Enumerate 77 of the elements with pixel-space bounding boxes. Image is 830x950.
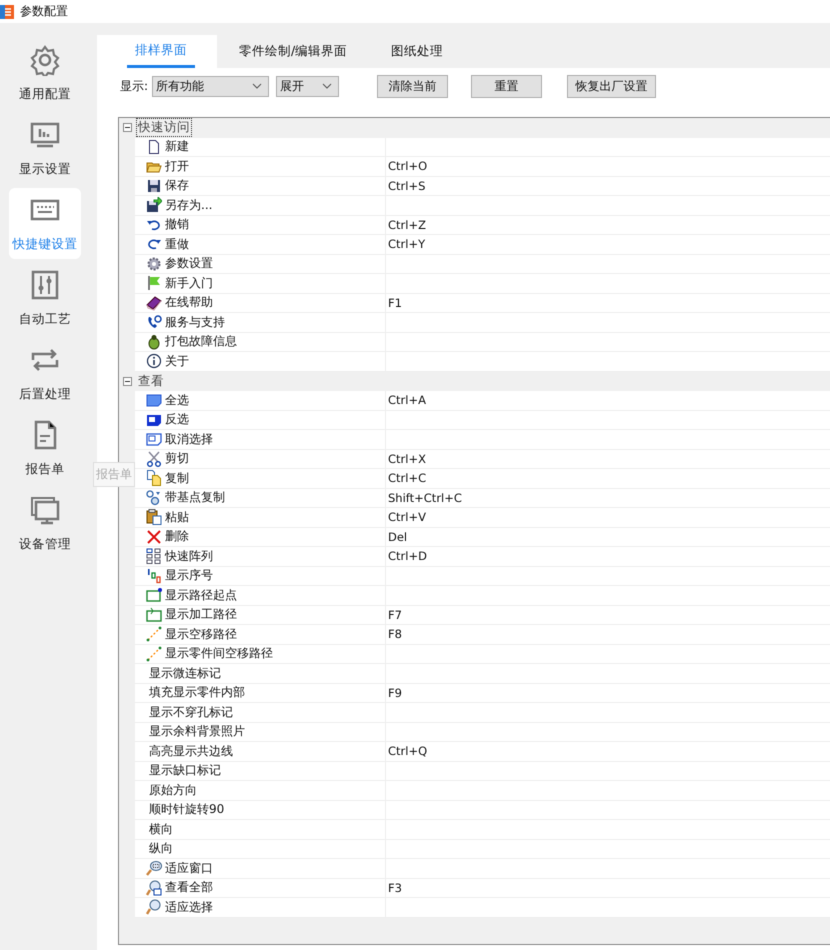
group-header[interactable]: 查看 bbox=[137, 372, 165, 390]
toolbar-button[interactable]: 清除当前 bbox=[377, 74, 448, 98]
filter-label: 显示: bbox=[120, 78, 148, 94]
floppy-icon bbox=[146, 178, 162, 194]
toolbar-button[interactable]: 重置 bbox=[471, 74, 542, 98]
sidebar-item[interactable]: 报告单 bbox=[9, 413, 81, 484]
shortcut-cell[interactable]: Ctrl+Q bbox=[388, 744, 428, 758]
shortcut-cell[interactable]: F7 bbox=[388, 608, 402, 622]
command-cell[interactable]: 保存 bbox=[135, 176, 386, 195]
magnifier-icon bbox=[146, 899, 162, 916]
phone-icon bbox=[146, 314, 162, 330]
dashed-path-icon bbox=[146, 626, 162, 642]
shortcut-cell[interactable]: Ctrl+Z bbox=[388, 218, 426, 232]
book-icon bbox=[146, 294, 162, 311]
shortcut-cell[interactable]: Ctrl+X bbox=[388, 452, 426, 466]
shortcut-cell[interactable]: F3 bbox=[388, 880, 402, 895]
shortcut-cell[interactable]: Ctrl+O bbox=[388, 159, 428, 174]
flag-icon bbox=[146, 275, 162, 292]
sliders-icon bbox=[29, 269, 61, 301]
group-header[interactable]: 快速访问 bbox=[137, 119, 191, 136]
command-cell[interactable]: 撤销 bbox=[135, 216, 386, 234]
path-start-icon bbox=[146, 587, 162, 604]
caret-icon bbox=[322, 83, 332, 89]
command-cell[interactable]: 查看全部 bbox=[135, 878, 386, 897]
dashed-path-icon bbox=[146, 646, 162, 662]
toolbar-button[interactable]: 恢复出厂设置 bbox=[567, 74, 656, 98]
sidebar-item[interactable]: 后置处理 bbox=[9, 338, 81, 409]
shortcut-cell[interactable]: Ctrl+A bbox=[388, 393, 426, 408]
monitor-icon bbox=[29, 494, 61, 526]
command-cell[interactable]: 打开 bbox=[135, 157, 386, 176]
tab[interactable]: 图纸处理 bbox=[369, 35, 466, 68]
command-cell[interactable]: 填充显示零件内部 bbox=[135, 684, 386, 702]
collapse-toggle-icon[interactable] bbox=[123, 376, 132, 386]
tooltip: 报告单 bbox=[93, 462, 135, 487]
command-cell[interactable]: 显示加工路径 bbox=[135, 606, 386, 624]
shortcut-cell[interactable]: Ctrl+S bbox=[388, 178, 426, 193]
grid-icon bbox=[146, 548, 162, 564]
sidebar-item[interactable]: 通用配置 bbox=[9, 38, 81, 109]
shortcut-cell[interactable]: F9 bbox=[388, 686, 402, 700]
expand-dropdown[interactable]: 展开 bbox=[276, 76, 340, 96]
delete-icon bbox=[146, 528, 162, 545]
command-cell[interactable]: 在线帮助 bbox=[135, 294, 386, 312]
scissors-icon bbox=[146, 450, 162, 467]
tab[interactable]: 零件绘制/编辑界面 bbox=[217, 35, 370, 68]
command-cell[interactable]: 粘贴 bbox=[135, 508, 386, 526]
sidebar-item[interactable]: 快捷键设置 bbox=[9, 188, 81, 259]
sidebar-item[interactable]: 设备管理 bbox=[9, 488, 81, 559]
magnifier-icon bbox=[146, 860, 162, 876]
shortcut-cell[interactable]: F8 bbox=[388, 627, 402, 642]
bug-icon bbox=[146, 334, 162, 350]
command-cell[interactable]: 全选 bbox=[135, 391, 386, 410]
selection-icon bbox=[146, 392, 162, 408]
command-cell[interactable]: 显示空移路径 bbox=[135, 625, 386, 644]
command-cell[interactable]: 带基点复制 bbox=[135, 488, 386, 507]
command-cell[interactable]: 复制 bbox=[135, 469, 386, 488]
shortcut-cell[interactable]: Del bbox=[388, 530, 408, 544]
sidebar-item[interactable]: 显示设置 bbox=[9, 113, 81, 184]
caret-icon bbox=[252, 83, 262, 89]
shortcut-cell[interactable]: Ctrl+D bbox=[388, 549, 427, 564]
gear-icon bbox=[29, 44, 61, 76]
shortcut-cell[interactable]: Ctrl+V bbox=[388, 510, 426, 524]
path-icon bbox=[146, 606, 162, 623]
shortcut-cell[interactable]: F1 bbox=[388, 296, 402, 310]
shortcut-cell[interactable]: Shift+Ctrl+C bbox=[388, 490, 462, 505]
command-cell[interactable]: 重做 bbox=[135, 235, 386, 254]
collapse-toggle-icon[interactable] bbox=[123, 123, 132, 132]
sequence-icon bbox=[146, 568, 162, 584]
command-cell[interactable]: 快速阵列 bbox=[135, 547, 386, 566]
filter-dropdown[interactable]: 所有功能 bbox=[152, 76, 270, 96]
command-cell[interactable]: 剪切 bbox=[135, 450, 386, 468]
command-cell[interactable]: 高亮显示共边线 bbox=[135, 742, 386, 760]
floppy-arrow-icon bbox=[146, 197, 162, 214]
command-cell[interactable]: 删除 bbox=[135, 528, 386, 546]
shortcut-cell[interactable]: Ctrl+Y bbox=[388, 237, 426, 252]
sidebar-item[interactable]: 自动工艺 bbox=[9, 263, 81, 334]
window-title: 参数配置 bbox=[20, 3, 68, 20]
shortcut-cell[interactable]: Ctrl+C bbox=[388, 471, 426, 486]
